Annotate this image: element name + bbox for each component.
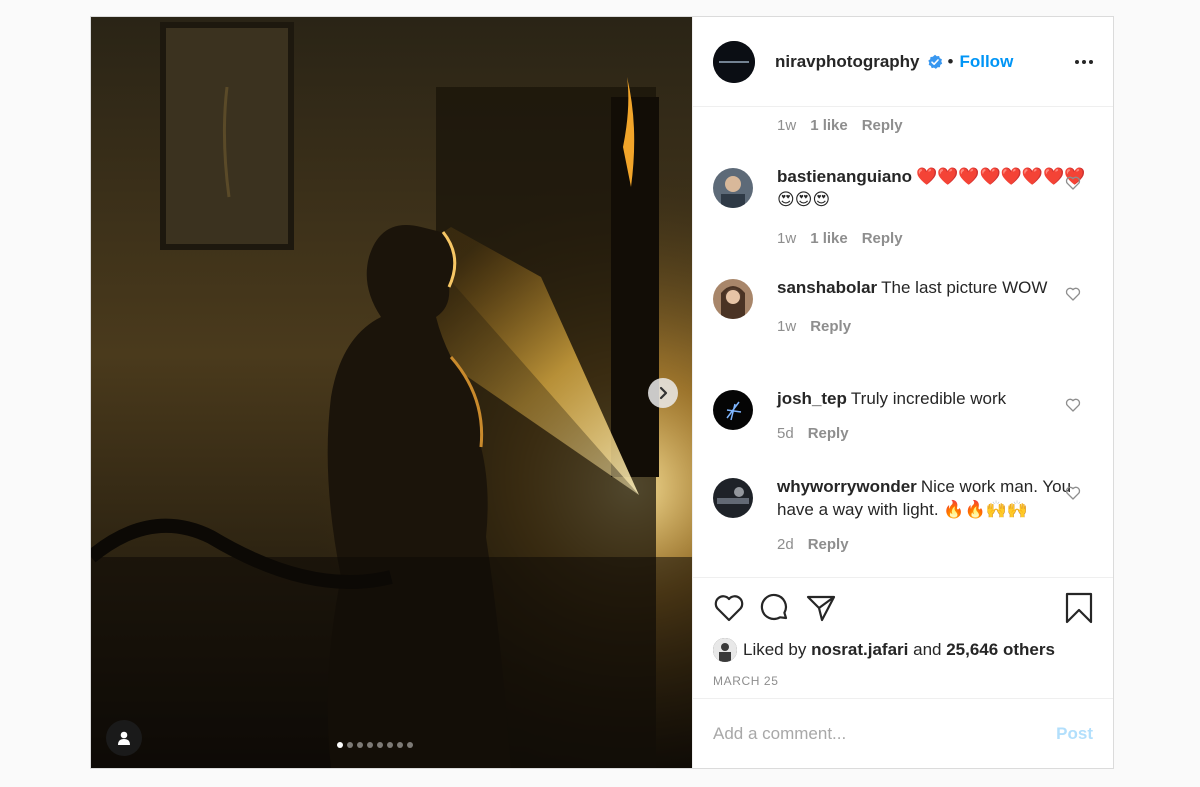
reply-button[interactable]: Reply <box>808 422 849 445</box>
comment-time: 1w <box>777 318 797 335</box>
comment-time: 2d <box>777 536 794 553</box>
like-comment-heart-icon[interactable] <box>1065 397 1081 413</box>
add-comment-input[interactable] <box>713 723 1057 744</box>
comment-time: 1w <box>777 230 797 247</box>
post-actions: Liked by nosrat.jafari and 25,646 others… <box>693 577 1113 698</box>
comment-meta: 2d Reply <box>777 533 1093 556</box>
liked-by-prefix: Liked by <box>743 640 807 659</box>
post-photo[interactable] <box>91 17 692 768</box>
comment-meta: 1w 1 like Reply <box>777 117 903 134</box>
comment-time: 1w <box>777 117 797 134</box>
carousel-dot <box>407 742 413 748</box>
commenter-avatar-image <box>713 478 753 518</box>
like-comment-heart-icon[interactable] <box>1065 175 1081 191</box>
carousel-dot <box>387 742 393 748</box>
carousel-dot <box>357 742 363 748</box>
commenter-username[interactable]: josh_tep <box>777 389 847 408</box>
carousel-dot <box>377 742 383 748</box>
author-avatar[interactable] <box>713 40 755 83</box>
like-comment-heart-icon[interactable] <box>1065 485 1081 501</box>
likes-summary: Liked by nosrat.jafari and 25,646 others <box>713 638 1093 662</box>
liker-avatar[interactable] <box>713 638 737 662</box>
more-dot-icon <box>1089 59 1093 64</box>
carousel-dot <box>347 742 353 748</box>
heart-icon <box>714 595 744 622</box>
reply-button[interactable]: Reply <box>810 315 851 338</box>
reply-button[interactable]: Reply <box>862 227 903 250</box>
comment-likes-count[interactable]: 1 like <box>810 227 848 250</box>
commenter-avatar-image <box>713 279 753 319</box>
commenter-avatar[interactable] <box>713 168 753 208</box>
carousel-dot <box>367 742 373 748</box>
carousel-dot <box>397 742 403 748</box>
commenter-avatar-image <box>713 390 753 430</box>
paper-plane-icon <box>806 595 836 622</box>
comment-item: sanshabolar The last picture WOW 1w Reply <box>713 276 1093 338</box>
header-separator: • <box>947 51 954 71</box>
post-side-panel: niravphotography • Follow 1w 1 like Repl… <box>692 17 1113 768</box>
more-dot-icon <box>1075 59 1079 64</box>
photo-scene <box>91 17 692 768</box>
chevron-right-icon <box>659 386 668 400</box>
post-comment-button[interactable]: Post <box>1056 724 1093 744</box>
liked-by-conjunction: and <box>913 640 942 659</box>
next-image-button[interactable] <box>648 378 678 408</box>
comment-item: josh_tep Truly incredible work 5d Reply <box>713 387 1093 445</box>
like-button[interactable] <box>713 593 745 623</box>
commenter-avatar[interactable] <box>713 279 753 319</box>
author-username[interactable]: niravphotography <box>775 52 920 72</box>
user-icon <box>118 731 130 745</box>
liker-avatar-image <box>713 638 737 662</box>
post-header: niravphotography • Follow <box>693 17 1113 107</box>
follow-button[interactable]: Follow <box>959 52 1013 72</box>
comment-meta: 1w 1 like Reply <box>777 227 1093 250</box>
like-comment-heart-icon[interactable] <box>1065 286 1081 302</box>
commenter-avatar[interactable] <box>713 478 753 518</box>
post-card: niravphotography • Follow 1w 1 like Repl… <box>90 16 1114 769</box>
comment-bubble-icon <box>760 593 788 621</box>
verified-badge-icon <box>927 54 942 69</box>
add-comment-bar: Post <box>693 698 1113 768</box>
comment-button[interactable] <box>759 592 791 624</box>
commenter-username[interactable]: bastienanguiano <box>777 167 912 186</box>
save-button[interactable] <box>1065 592 1093 624</box>
commenter-username[interactable]: whyworrywonder <box>777 477 917 496</box>
likes-others-count[interactable]: 25,646 others <box>946 640 1055 660</box>
share-button[interactable] <box>805 593 837 623</box>
carousel-dot <box>337 742 343 748</box>
tagged-users-button[interactable] <box>106 720 142 756</box>
more-dot-icon <box>1082 59 1086 64</box>
commenter-avatar-image <box>713 168 753 208</box>
comment-item: whyworrywonder Nice work man. You have a … <box>713 475 1093 556</box>
comment-meta: 5d Reply <box>777 422 1093 445</box>
bookmark-icon <box>1065 592 1093 624</box>
author-avatar-image <box>713 40 755 83</box>
reply-button[interactable]: Reply <box>862 117 903 134</box>
comment-item: bastienanguiano ❤️❤️❤️❤️❤️❤️❤️❤️😍😍😍 1w 1 … <box>713 165 1093 250</box>
comments-list[interactable]: 1w 1 like Reply bastienanguiano ❤️❤️❤️❤️❤… <box>693 107 1113 577</box>
comment-text: The last picture WOW <box>881 278 1048 297</box>
post-date[interactable]: MARCH 25 <box>713 674 1093 688</box>
comment-likes-count[interactable]: 1 like <box>810 117 848 134</box>
comment-text: Truly incredible work <box>850 389 1007 408</box>
commenter-username[interactable]: sanshabolar <box>777 278 877 297</box>
comment-meta: 1w Reply <box>777 315 1093 338</box>
commenter-avatar[interactable] <box>713 390 753 430</box>
liker-username[interactable]: nosrat.jafari <box>811 640 908 660</box>
carousel-indicator <box>337 742 413 748</box>
reply-button[interactable]: Reply <box>808 533 849 556</box>
more-options-button[interactable] <box>1075 59 1093 64</box>
comment-time: 5d <box>777 425 794 442</box>
